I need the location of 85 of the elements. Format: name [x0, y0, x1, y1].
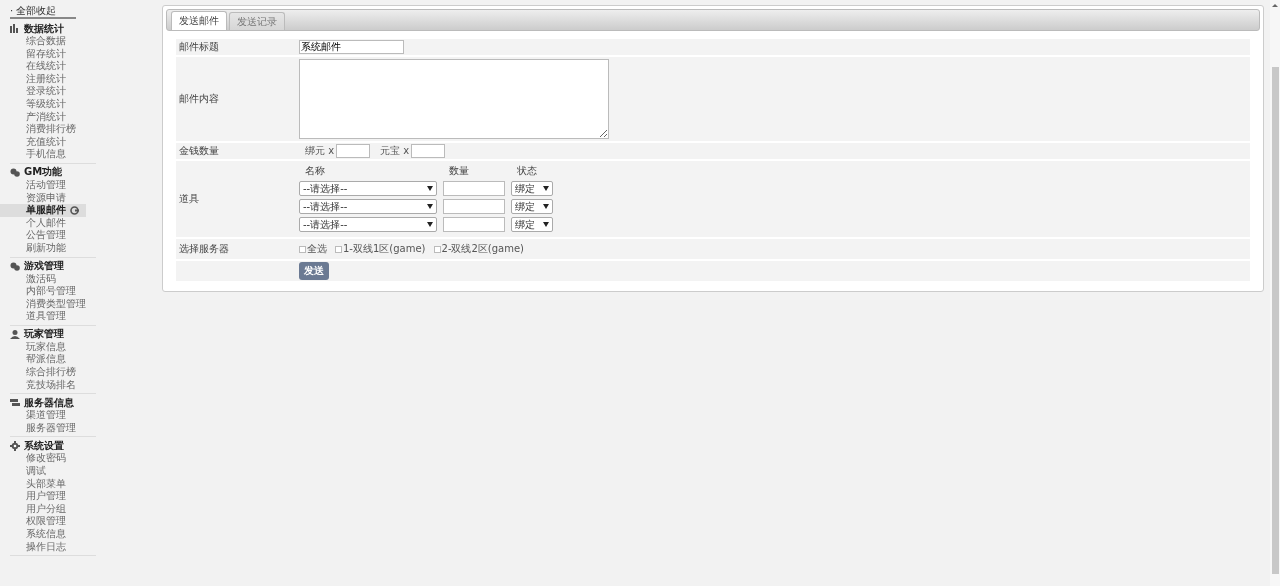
- input-field[interactable]: [443, 217, 505, 232]
- sidebar-item[interactable]: 道具管理: [0, 310, 86, 323]
- sidebar-heading[interactable]: 游戏管理: [24, 259, 64, 273]
- sidebar-heading[interactable]: 服务器信息: [24, 395, 74, 410]
- text-area[interactable]: [299, 59, 609, 139]
- checkbox[interactable]: [299, 245, 306, 253]
- sidebar-item[interactable]: 修改密码: [0, 452, 86, 466]
- input-field[interactable]: [443, 199, 505, 214]
- input-field[interactable]: [336, 144, 371, 158]
- sidebar-item[interactable]: 个人邮件: [0, 216, 86, 230]
- tab[interactable]: 发送邮件: [171, 11, 227, 30]
- checkbox[interactable]: [433, 245, 441, 253]
- sidebar-item[interactable]: 竞技场排名: [0, 378, 86, 392]
- column-header: 状态: [516, 164, 538, 178]
- collapse-link[interactable]: · 全部收起: [10, 5, 76, 19]
- dropdown[interactable]: --请选择--: [299, 181, 437, 196]
- sidebar-item[interactable]: 用户分组: [0, 502, 86, 516]
- sidebar-item[interactable]: 帮派信息: [0, 353, 86, 367]
- sidebar-item[interactable]: 消费类型管理: [0, 297, 86, 311]
- bar-chart-icon: [10, 24, 20, 33]
- field-label: 道具: [179, 193, 199, 204]
- caret-icon: [543, 186, 549, 191]
- sidebar-heading[interactable]: 玩家管理: [24, 327, 64, 342]
- checkbox-label[interactable]: 1-双线1区(game): [343, 242, 426, 256]
- sidebar-item[interactable]: 注册统计: [0, 72, 86, 86]
- checkbox-label[interactable]: 2-双线2区(game): [441, 242, 525, 256]
- sidebar-item[interactable]: 操作日志: [0, 540, 86, 554]
- user-icon: [10, 329, 20, 339]
- sidebar-item[interactable]: 调试: [0, 465, 86, 478]
- sidebar-item[interactable]: 活动管理: [0, 178, 86, 192]
- caret-icon: [427, 222, 433, 227]
- sidebar-item[interactable]: 内部号管理: [0, 285, 86, 298]
- sidebar-item[interactable]: 刷新功能: [0, 241, 86, 255]
- column-header: 数量: [448, 164, 470, 178]
- field-label: 选择服务器: [179, 243, 229, 254]
- checkbox-label[interactable]: 全选: [307, 242, 327, 256]
- sidebar-item[interactable]: 登录统计: [0, 85, 86, 98]
- sidebar-item[interactable]: 头部菜单: [0, 477, 86, 491]
- sidebar-item[interactable]: 等级统计: [0, 97, 86, 111]
- sidebar-item[interactable]: 公告管理: [0, 229, 86, 242]
- field-label: 绑元 x: [305, 144, 335, 158]
- caret-icon: [543, 204, 549, 209]
- sidebar-item[interactable]: 消费排行榜: [0, 123, 86, 136]
- dropdown[interactable]: 绑定: [511, 217, 553, 232]
- column-header: 名称: [304, 164, 326, 178]
- dropdown[interactable]: --请选择--: [299, 199, 437, 214]
- send-button[interactable]: 发送: [299, 262, 329, 280]
- sidebar-item[interactable]: 权限管理: [0, 515, 86, 528]
- input-field[interactable]: [411, 144, 446, 158]
- sidebar-item[interactable]: 留存统计: [0, 47, 86, 61]
- sidebar-item[interactable]: 充值统计: [0, 135, 86, 149]
- sidebar-item[interactable]: 激活码: [0, 272, 86, 286]
- input-field[interactable]: [443, 181, 505, 196]
- field-label: 元宝 x: [380, 144, 410, 158]
- dropdown[interactable]: --请选择--: [299, 217, 437, 232]
- sidebar-item[interactable]: 用户管理: [0, 490, 86, 503]
- sidebar-item[interactable]: 服务器管理: [0, 421, 86, 435]
- server-icon: [10, 398, 20, 408]
- input-field[interactable]: 系统邮件: [299, 40, 404, 54]
- sidebar-item[interactable]: 产消统计: [0, 110, 86, 124]
- sidebar-heading[interactable]: GM功能: [24, 165, 63, 180]
- sidebar-item[interactable]: 渠道管理: [0, 409, 86, 422]
- sidebar-heading[interactable]: 数据统计: [24, 21, 64, 36]
- sidebar-item[interactable]: 手机信息: [0, 148, 86, 161]
- field-label: 邮件内容: [179, 93, 219, 104]
- sidebar-heading[interactable]: 系统设置: [24, 438, 64, 453]
- caret-icon: [427, 186, 433, 191]
- sidebar-item[interactable]: 综合数据: [0, 35, 86, 48]
- sidebar-item[interactable]: 在线统计: [0, 60, 86, 73]
- sidebar-item[interactable]: 玩家信息: [0, 340, 86, 354]
- sidebar-item[interactable]: 综合排行榜: [0, 366, 86, 379]
- sidebar-item[interactable]: 单服邮件: [0, 204, 86, 217]
- tab[interactable]: 发送记录: [229, 12, 285, 30]
- sidebar-item[interactable]: 系统信息: [0, 528, 86, 541]
- dropdown[interactable]: 绑定: [511, 199, 553, 214]
- dropdown[interactable]: 绑定: [511, 181, 553, 196]
- settings-icon: [10, 440, 20, 451]
- field-label: 邮件标题: [179, 41, 219, 52]
- scrollbar[interactable]: [1270, 0, 1280, 586]
- refresh-icon[interactable]: [70, 205, 79, 215]
- caret-icon: [543, 222, 549, 227]
- caret-icon: [427, 204, 433, 209]
- field-label: 金钱数量: [179, 145, 219, 156]
- sidebar-item[interactable]: 资源申请: [0, 191, 86, 205]
- checkbox[interactable]: [335, 245, 342, 253]
